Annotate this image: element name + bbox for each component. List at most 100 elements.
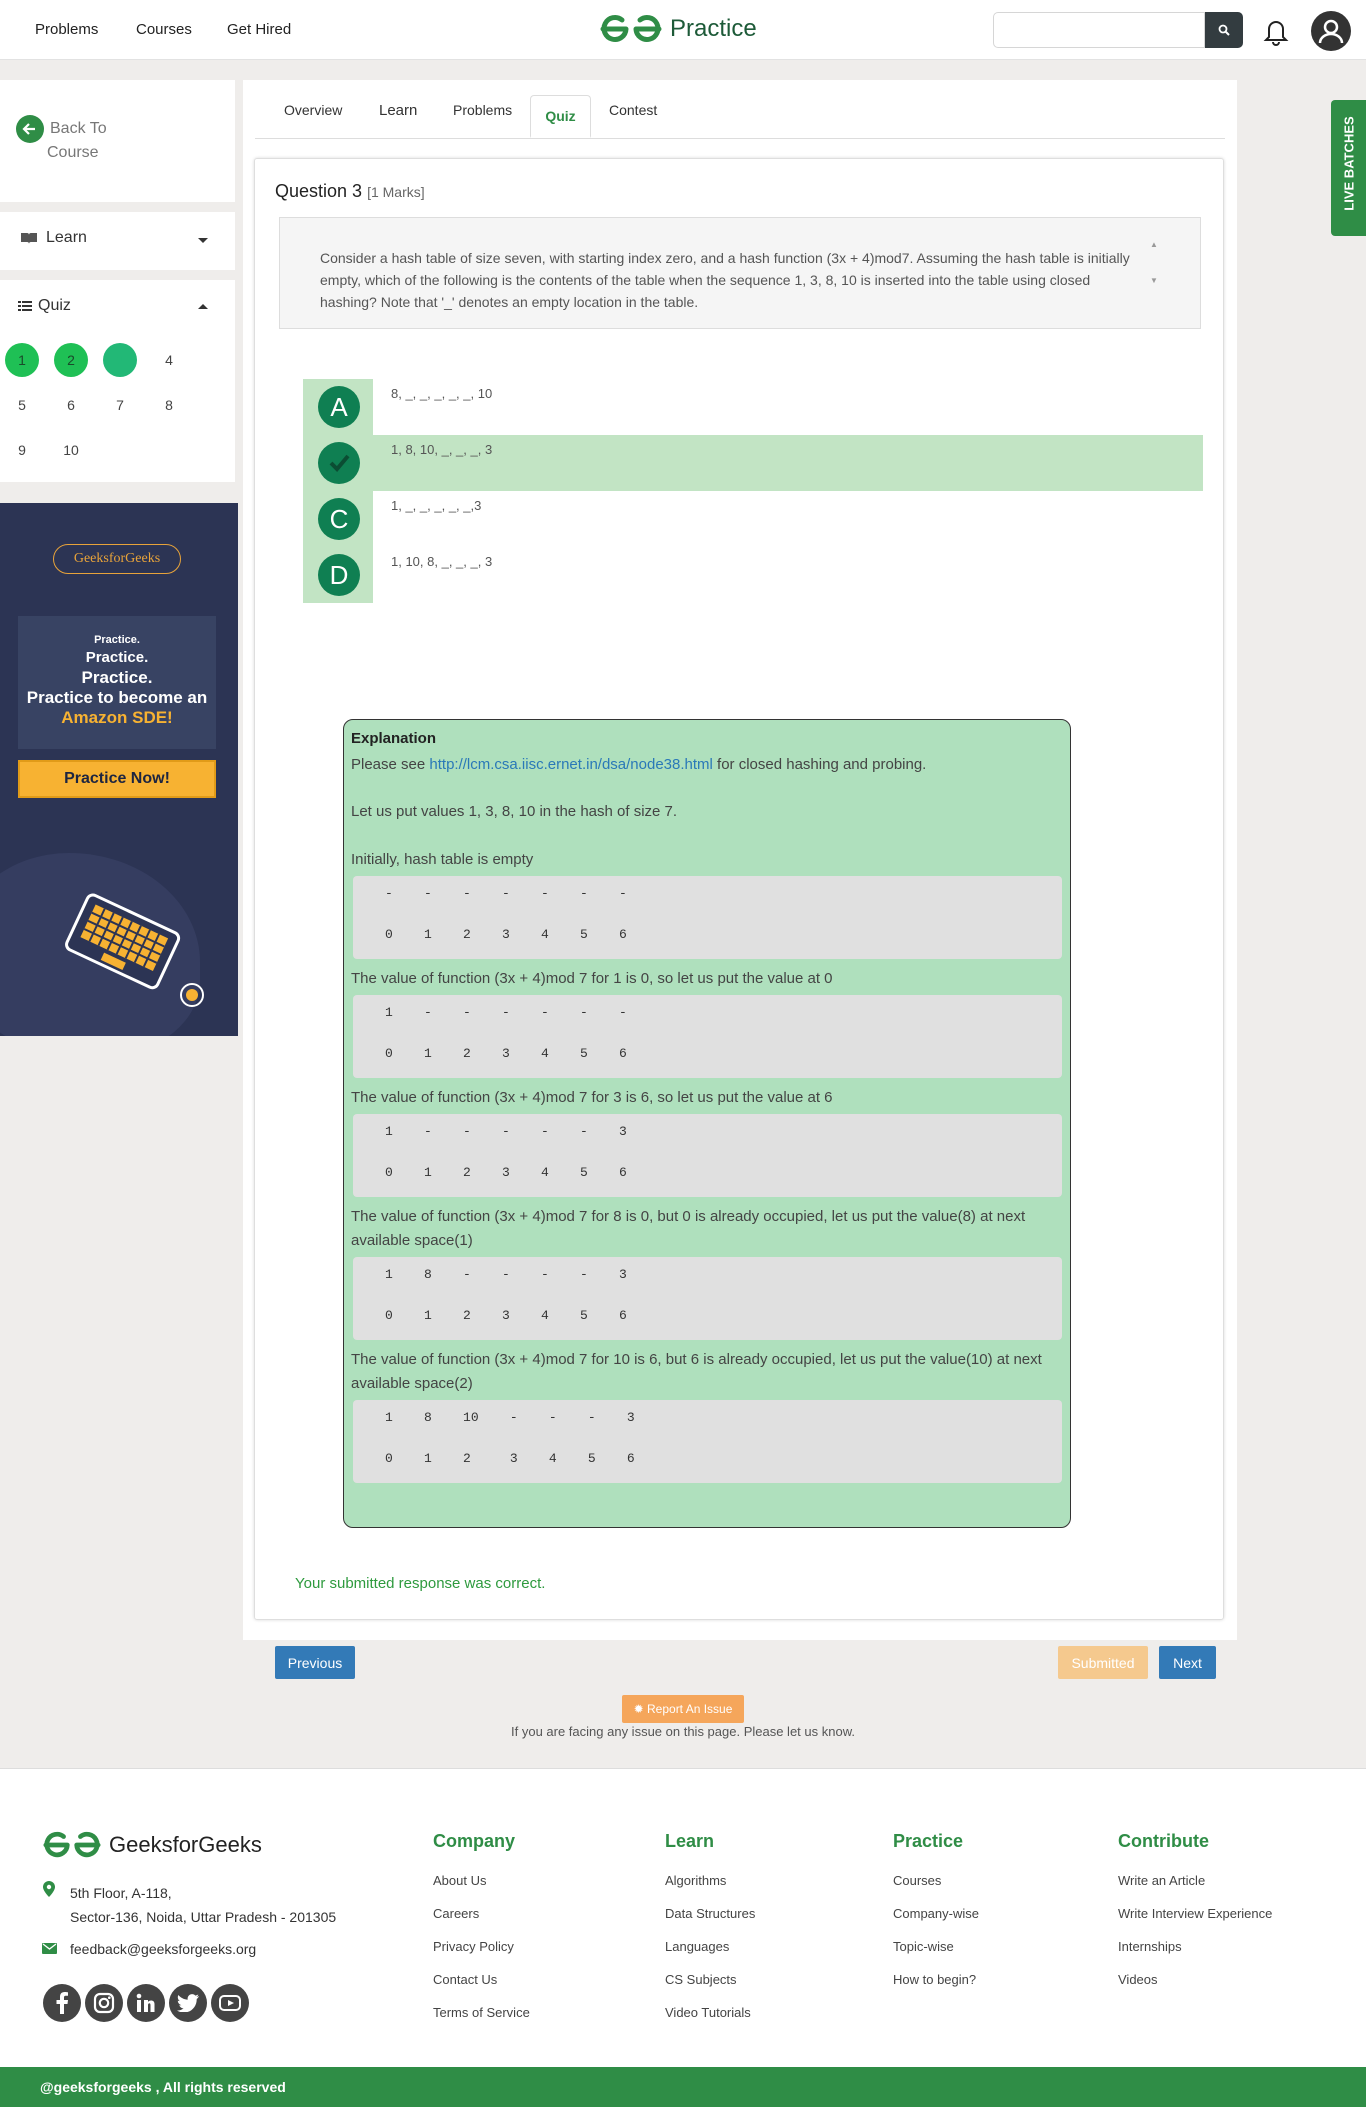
- footer-col-contribute: Contribute: [1118, 1831, 1209, 1851]
- explanation-text: The value of function (3x + 4)mod 7 for …: [351, 1351, 1042, 1392]
- nav-courses[interactable]: Courses: [136, 21, 192, 38]
- footer-link[interactable]: Write Interview Experience: [1118, 1906, 1272, 1921]
- practice-ad-banner[interactable]: GeeksforGeeks Practice. Practice. Practi…: [0, 503, 238, 1036]
- bell-icon[interactable]: [1261, 16, 1291, 46]
- instagram-icon[interactable]: [85, 1984, 123, 2022]
- checkmark-icon: [318, 442, 360, 484]
- option-c[interactable]: C 1, _, _, _, _, _,3: [303, 491, 1203, 547]
- hash-table-block: 1 - - - - - 3 0 1 2 3 4 5 6: [353, 1114, 1062, 1197]
- reference-link[interactable]: http://lcm.csa.iisc.ernet.in/dsa/node38.…: [429, 756, 712, 773]
- footer-link[interactable]: Careers: [433, 1906, 479, 1921]
- quiz-toggle[interactable]: Quiz: [18, 297, 71, 315]
- footer-link[interactable]: Languages: [665, 1939, 729, 1954]
- question-number[interactable]: 1: [5, 343, 39, 377]
- next-button[interactable]: Next: [1159, 1646, 1216, 1679]
- explanation-heading: Explanation: [351, 730, 437, 747]
- facebook-icon[interactable]: [43, 1984, 81, 2022]
- chevron-up-icon[interactable]: [198, 304, 208, 309]
- hash-table-row: - - - - - - -: [385, 886, 627, 901]
- explanation-text: The value of function (3x + 4)mod 7 for …: [351, 1089, 833, 1106]
- search-button[interactable]: [1205, 12, 1243, 48]
- footer-link[interactable]: CS Subjects: [665, 1972, 737, 1987]
- chevron-down-icon[interactable]: [198, 238, 208, 243]
- footer-link[interactable]: Contact Us: [433, 1972, 497, 1987]
- gfg-logo-icon: [43, 1831, 101, 1858]
- user-avatar-icon[interactable]: [1311, 11, 1351, 51]
- footer-col-company: Company: [433, 1831, 516, 1851]
- submitted-button[interactable]: Submitted: [1058, 1646, 1148, 1679]
- ad-brand-pill: GeeksforGeeks: [53, 544, 181, 574]
- footer-link[interactable]: Internships: [1118, 1939, 1182, 1954]
- twitter-icon[interactable]: [169, 1984, 207, 2022]
- hash-table-block: - - - - - - - 0 1 2 3 4 5 6: [353, 876, 1062, 959]
- nav-problems[interactable]: Problems: [35, 21, 98, 38]
- live-batches-tab[interactable]: LIVE BATCHES: [1331, 100, 1366, 236]
- scrollbar[interactable]: ▲ ▼: [1150, 240, 1158, 304]
- footer-link[interactable]: How to begin?: [893, 1972, 976, 1987]
- option-text: 1, _, _, _, _, _,3: [391, 498, 482, 513]
- question-number[interactable]: 6: [54, 388, 88, 422]
- back-line-2: Course: [47, 144, 99, 161]
- question-number[interactable]: 9: [5, 433, 39, 467]
- youtube-icon[interactable]: [211, 1984, 249, 2022]
- footer-address: 5th Floor, A-118, Sector-136, Noida, Utt…: [70, 1881, 336, 1929]
- practice-now-button[interactable]: Practice Now!: [18, 760, 216, 798]
- question-number[interactable]: 2: [54, 343, 88, 377]
- tab-quiz[interactable]: Quiz: [530, 95, 591, 138]
- footer-link[interactable]: Write an Article: [1118, 1873, 1205, 1888]
- question-number-title: Question 3: [275, 181, 363, 201]
- footer-link[interactable]: Data Structures: [665, 1906, 755, 1921]
- footer-link[interactable]: About Us: [433, 1873, 486, 1888]
- back-arrow-icon[interactable]: [16, 115, 44, 143]
- footer-email[interactable]: feedback@geeksforgeeks.org: [70, 1941, 256, 1957]
- learn-toggle[interactable]: Learn: [20, 229, 87, 247]
- option-text: 1, 10, 8, _, _, _, 3: [391, 554, 493, 569]
- explanation-text: Let us put values 1, 3, 8, 10 in the has…: [351, 803, 678, 820]
- gfg-logo-icon: [600, 15, 662, 42]
- option-b-selected[interactable]: 1, 8, 10, _, _, _, 3: [303, 435, 1203, 491]
- option-a[interactable]: A 8, _, _, _, _, _, 10: [303, 379, 1203, 435]
- option-d[interactable]: D 1, 10, 8, _, _, _, 3: [303, 547, 1203, 603]
- back-to-course-link[interactable]: Back To Course: [47, 117, 107, 165]
- footer-link[interactable]: Courses: [893, 1873, 941, 1888]
- hash-table-index: 0 1 2 3 4 5 6: [385, 1451, 635, 1466]
- hash-table-block: 1 8 - - - - 3 0 1 2 3 4 5 6: [353, 1257, 1062, 1340]
- question-number[interactable]: 7: [103, 388, 137, 422]
- previous-button[interactable]: Previous: [275, 1646, 355, 1679]
- hash-table-index: 0 1 2 3 4 5 6: [385, 927, 627, 942]
- linkedin-icon[interactable]: [127, 1984, 165, 2022]
- footer-link[interactable]: Topic-wise: [893, 1939, 954, 1954]
- nav-get-hired[interactable]: Get Hired: [227, 21, 291, 38]
- option-text: 1, 8, 10, _, _, _, 3: [391, 442, 493, 457]
- explanation-text: The value of function (3x + 4)mod 7 for …: [351, 1208, 1026, 1249]
- footer-link[interactable]: Privacy Policy: [433, 1939, 514, 1954]
- option-letter: A: [318, 386, 360, 428]
- question-number[interactable]: 4: [152, 343, 186, 377]
- address-line: Sector-136, Noida, Uttar Pradesh - 20130…: [70, 1909, 337, 1925]
- tab-contest[interactable]: Contest: [609, 102, 657, 118]
- footer-col-learn: Learn: [665, 1831, 715, 1851]
- hash-table-row: 1 - - - - - -: [385, 1005, 627, 1020]
- result-message: Your submitted response was correct.: [295, 1575, 546, 1592]
- explanation-text: Initially, hash table is empty: [351, 851, 534, 868]
- tab-overview[interactable]: Overview: [284, 102, 342, 118]
- location-pin-icon: [43, 1881, 55, 1897]
- report-label: Report An Issue: [647, 1702, 733, 1716]
- search-input[interactable]: [993, 12, 1205, 48]
- footer-logo-link[interactable]: GeeksforGeeks: [43, 1829, 262, 1861]
- question-title: Question 3 [1 Marks]: [275, 181, 425, 202]
- footer-link[interactable]: Company-wise: [893, 1906, 979, 1921]
- question-number[interactable]: 10: [54, 433, 88, 467]
- question-number[interactable]: 8: [152, 388, 186, 422]
- footer-link[interactable]: Terms of Service: [433, 2005, 530, 2020]
- question-number-current[interactable]: 3: [103, 343, 137, 377]
- footer-link[interactable]: Video Tutorials: [665, 2005, 751, 2020]
- report-issue-button[interactable]: ✹ Report An Issue: [622, 1695, 744, 1723]
- footer-link[interactable]: Algorithms: [665, 1873, 726, 1888]
- tab-problems[interactable]: Problems: [453, 102, 512, 118]
- question-number[interactable]: 5: [5, 388, 39, 422]
- tabs-divider: [255, 138, 1225, 139]
- brand-logo-link[interactable]: Practice: [600, 12, 757, 46]
- footer-link[interactable]: Videos: [1118, 1972, 1158, 1987]
- tab-learn[interactable]: Learn: [379, 102, 417, 119]
